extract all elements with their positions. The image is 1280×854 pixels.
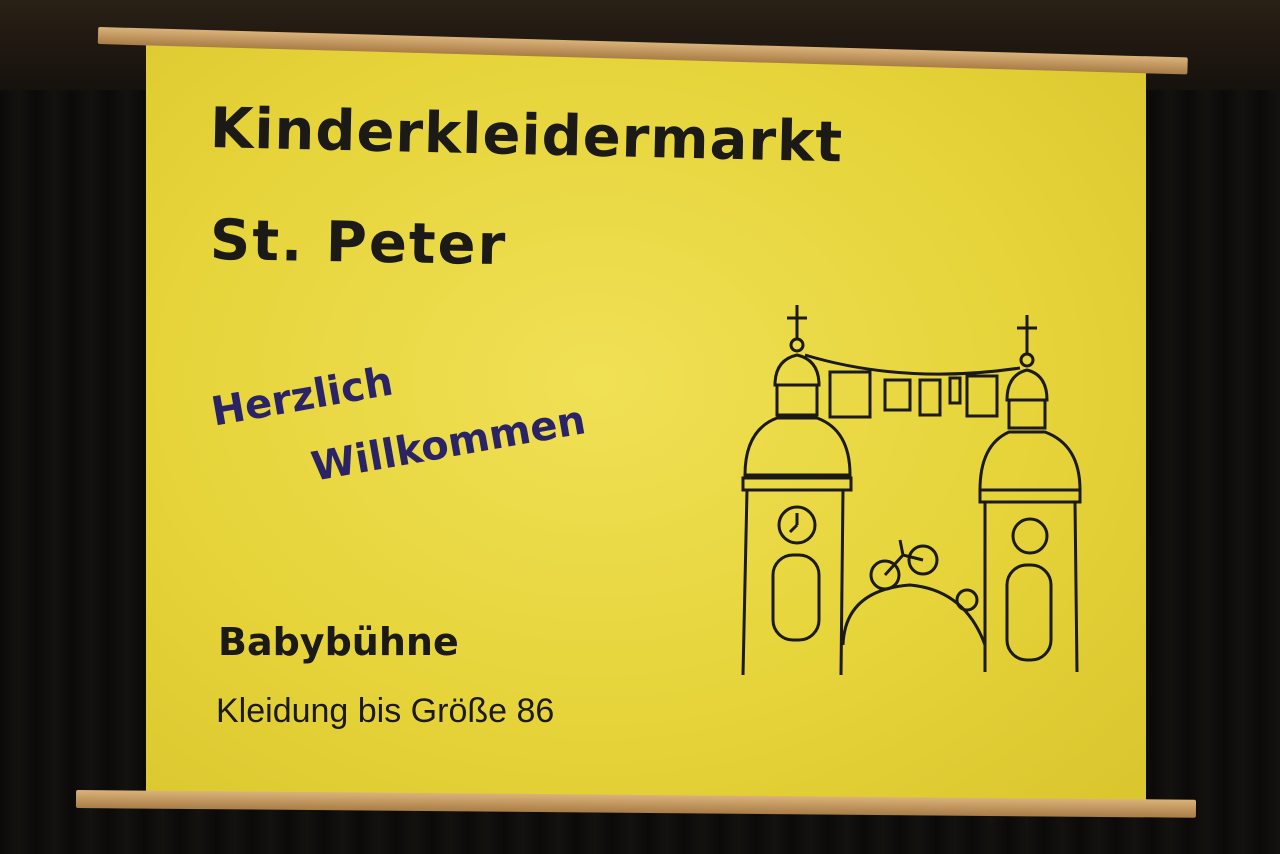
church-towers-drawing — [741, 305, 1082, 676]
teddy-bear-icon — [955, 588, 979, 612]
left-tower-icon — [741, 305, 853, 676]
right-tower-icon — [978, 315, 1082, 673]
bicycle-icon — [869, 539, 939, 591]
banner-title-line2: St. Peter — [209, 208, 508, 279]
clothesline-icon — [804, 353, 1021, 419]
section-subtitle: Kleidung bis Größe 86 — [216, 692, 555, 730]
wrought-iron-arch-icon — [841, 583, 987, 646]
section-heading: Babybühne — [218, 620, 459, 664]
